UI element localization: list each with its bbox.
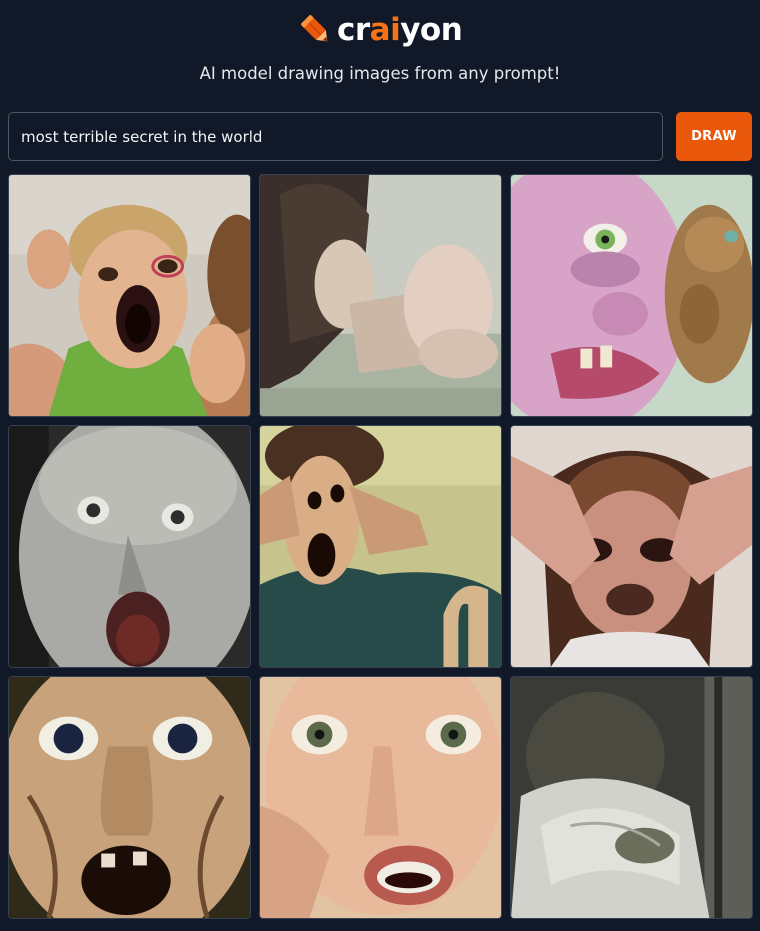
screaming-child-image — [9, 175, 250, 416]
draw-button[interactable]: DRAW — [676, 112, 752, 161]
result-image-2[interactable] — [259, 174, 502, 417]
result-image-3[interactable] — [510, 174, 753, 417]
grey-face-image — [9, 426, 250, 667]
pencil-icon — [301, 15, 328, 42]
logo-text-accent: ai — [369, 12, 401, 48]
result-image-9[interactable] — [510, 676, 753, 919]
logo-text-start: cr — [337, 12, 370, 48]
woman-bent-over-image — [260, 175, 501, 416]
logo-text-end: yon — [400, 12, 463, 48]
result-image-1[interactable] — [8, 174, 251, 417]
result-image-4[interactable] — [8, 425, 251, 668]
logo-wordmark: craiyon — [337, 10, 463, 50]
girl-covering-face-image — [511, 426, 752, 667]
result-image-8[interactable] — [259, 676, 502, 919]
staring-face-image — [9, 677, 250, 918]
prompt-input[interactable] — [8, 112, 663, 161]
hunched-figure-image — [511, 677, 752, 918]
man-clutching-face-image — [260, 426, 501, 667]
tagline: AI model drawing images from any prompt! — [199, 64, 561, 83]
distorted-faces-image — [511, 175, 752, 416]
result-image-5[interactable] — [259, 425, 502, 668]
header: craiyon AI model drawing images from any… — [0, 0, 760, 105]
craiyon-logo[interactable]: craiyon — [299, 10, 463, 50]
terrified-eyes-image — [260, 677, 501, 918]
result-image-7[interactable] — [8, 676, 251, 919]
results-grid — [8, 174, 753, 919]
result-image-6[interactable] — [510, 425, 753, 668]
